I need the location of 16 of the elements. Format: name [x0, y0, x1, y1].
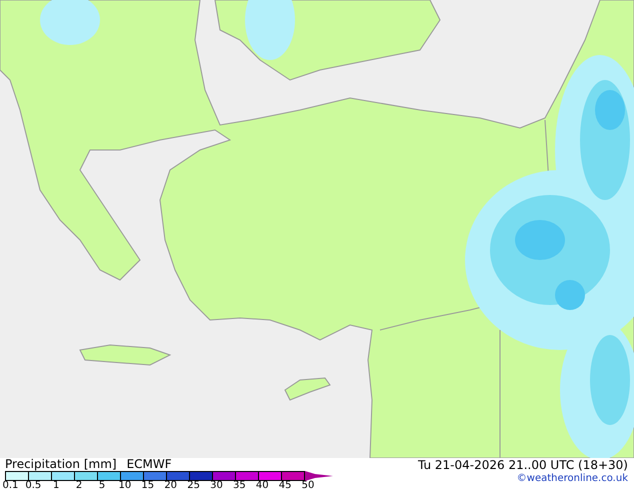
legend-label: 25 — [186, 481, 201, 490]
valid-time: Tu 21-04-2026 21..00 UTC (18+30) — [418, 458, 628, 472]
legend-label: 20 — [163, 481, 178, 490]
legend-label: 40 — [254, 481, 270, 490]
legend-label: 35 — [232, 481, 247, 490]
legend-label: 1 — [52, 481, 60, 490]
legend-title: Precipitation [mm] — [5, 458, 117, 470]
credit-link[interactable]: ©weatheronline.co.uk — [516, 472, 628, 486]
legend-label: 5 — [98, 481, 106, 490]
legend-label: 45 — [278, 481, 292, 490]
legend-label: 10 — [118, 481, 132, 490]
legend-label: 0.1 — [1, 481, 20, 490]
model-name: ECMWF — [126, 458, 172, 470]
legend-label: 50 — [300, 481, 316, 490]
legend-label: 15 — [140, 481, 156, 490]
legend-label: 0.5 — [24, 481, 42, 490]
